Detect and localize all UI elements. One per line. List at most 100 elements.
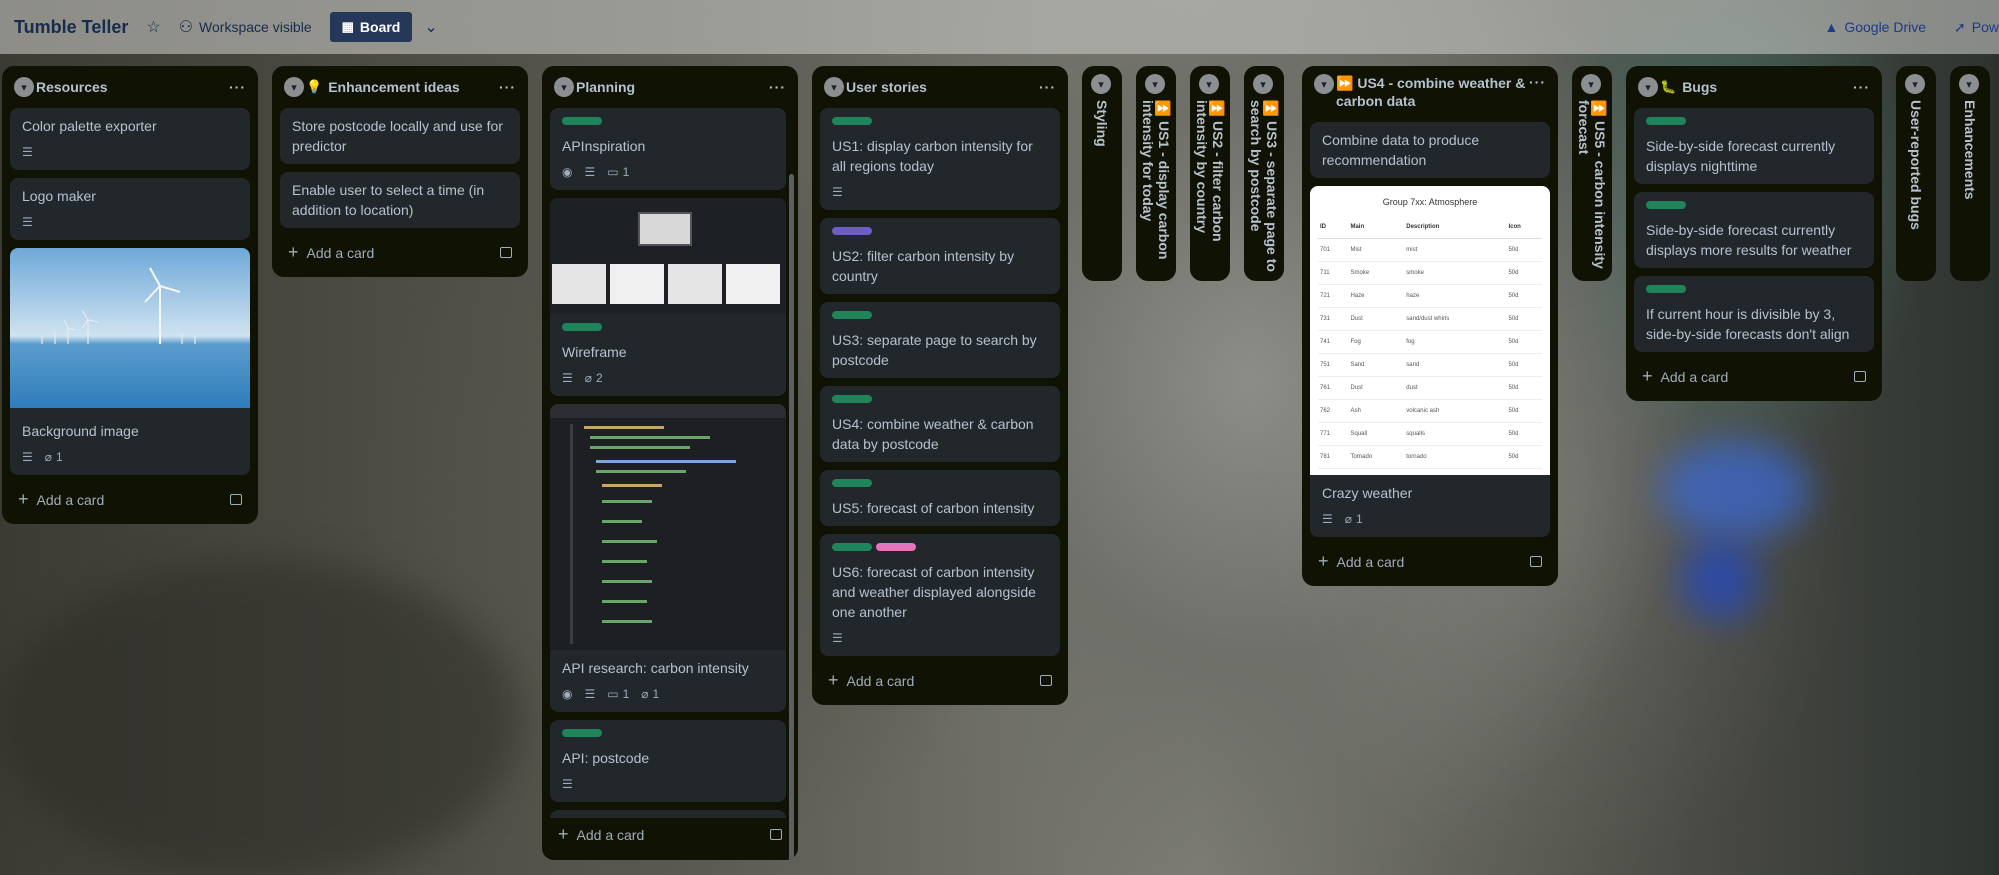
collapse-icon[interactable]: ▾ — [1314, 74, 1334, 94]
card-label-green — [1646, 285, 1686, 293]
list-menu-button[interactable]: ··· — [229, 79, 246, 95]
card[interactable]: US3: separate page to search by postcode — [820, 302, 1060, 378]
list-title[interactable]: Bugs — [1682, 78, 1853, 96]
add-card-label: Add a card — [1660, 368, 1729, 385]
list-scrollbar[interactable] — [789, 174, 794, 860]
cover-table-cell: 761 — [1318, 376, 1349, 400]
expand-icon[interactable]: ▾ — [1905, 74, 1925, 94]
list-title[interactable]: Planning — [576, 78, 769, 96]
list-planning: ▾ Planning ··· APInspiration ◉ ☰ ▭ 1 Wir… — [542, 66, 798, 860]
list-title[interactable]: User stories — [846, 78, 1039, 96]
card-title: Background image — [22, 423, 139, 439]
card[interactable]: US6: forecast of carbon intensity and we… — [820, 534, 1060, 656]
plus-icon: + — [1642, 366, 1653, 386]
expand-icon[interactable]: ▾ — [1145, 74, 1165, 94]
card[interactable]: US4: combine weather & carbon data by po… — [820, 386, 1060, 462]
list-title[interactable]: Enhancement ideas — [328, 78, 499, 96]
card[interactable]: APInspiration ◉ ☰ ▭ 1 — [550, 108, 786, 190]
card[interactable]: Background image ☰ ⌀ 1 — [10, 248, 250, 475]
collapse-icon[interactable]: ▾ — [554, 77, 574, 97]
list-header: ▾ Planning ··· — [550, 74, 790, 100]
card-title: US3: separate page to search by postcode — [832, 332, 1037, 368]
cover-table-cell: 701 — [1318, 238, 1349, 262]
cover-table-cell: Mist — [1348, 238, 1405, 262]
add-card-button[interactable]: + Add a card — [1634, 360, 1874, 393]
collapsed-list-us1[interactable]: ▾ ⏩ US1 - display carbon intensity for t… — [1136, 66, 1176, 281]
add-card-button[interactable]: + Add a card — [550, 818, 790, 851]
power-ups-label: Pow — [1971, 19, 1999, 35]
list-title[interactable]: Resources — [36, 78, 229, 96]
expand-icon[interactable]: ▾ — [1253, 74, 1273, 94]
card[interactable]: US2: filter carbon intensity by country — [820, 218, 1060, 294]
cover-table-row: 771 Squall squalls 50d — [1318, 422, 1542, 446]
template-icon[interactable] — [1854, 371, 1866, 382]
card[interactable]: US1: display carbon intensity for all re… — [820, 108, 1060, 210]
power-ups-button[interactable]: ➚ Pow — [1954, 19, 1999, 36]
collapsed-list-us2[interactable]: ▾ ⏩ US2 - filter carbon intensity by cou… — [1190, 66, 1230, 281]
card-label-green — [1646, 201, 1686, 209]
card[interactable]: Side-by-side forecast currently displays… — [1634, 192, 1874, 268]
board-title[interactable]: Tumble Teller — [14, 17, 128, 38]
collapsed-list-enhancements[interactable]: ▾ Enhancements — [1950, 66, 1990, 281]
card[interactable]: Color palette exporter ☰ — [10, 108, 250, 170]
collapsed-list-us3[interactable]: ▾ ⏩ US3 - separate page to search by pos… — [1244, 66, 1284, 281]
cover-table-cell: Haze — [1348, 284, 1405, 308]
list-cards-scroll[interactable]: APInspiration ◉ ☰ ▭ 1 Wireframe ☰ ⌀ 2 AP… — [550, 108, 786, 818]
template-icon[interactable] — [230, 494, 242, 505]
collapsed-list-styling[interactable]: ▾ Styling — [1082, 66, 1122, 281]
add-card-button[interactable]: + Add a card — [280, 236, 520, 269]
card-title: API research: carbon intensity — [562, 660, 749, 676]
card[interactable]: If current hour is divisible by 3, side-… — [1634, 276, 1874, 352]
google-drive-button[interactable]: ▲ Google Drive — [1824, 19, 1926, 35]
list-title[interactable]: ⏩ US4 - combine weather & carbon data — [1336, 74, 1529, 110]
card-title: Wireframe — [562, 344, 627, 360]
cover-table-cell: 762 — [1318, 399, 1349, 423]
card[interactable]: Store postcode locally and use for predi… — [280, 108, 520, 164]
expand-icon[interactable]: ▾ — [1581, 74, 1601, 94]
list-menu-button[interactable]: ··· — [1039, 79, 1056, 95]
expand-icon[interactable]: ▾ — [1959, 74, 1979, 94]
expand-icon[interactable]: ▾ — [1091, 74, 1111, 94]
collapse-icon[interactable]: ▾ — [14, 77, 34, 97]
expand-icon[interactable]: ▾ — [1199, 74, 1219, 94]
add-card-button[interactable]: + Add a card — [1310, 545, 1550, 578]
collapse-icon[interactable]: ▾ — [284, 77, 304, 97]
list-menu-button[interactable]: ··· — [499, 79, 516, 95]
add-card-button[interactable]: + Add a card — [820, 664, 1060, 697]
visibility-button[interactable]: ⚇ Workspace visible — [179, 17, 312, 37]
card[interactable]: US5: forecast of carbon intensity — [820, 470, 1060, 526]
card[interactable] — [550, 810, 786, 818]
card-title: US5: forecast of carbon intensity — [832, 500, 1035, 516]
card[interactable]: Wireframe ☰ ⌀ 2 — [550, 198, 786, 396]
cover-table-header: ID — [1318, 216, 1349, 239]
list-menu-button[interactable]: ··· — [1853, 79, 1870, 95]
eye-icon: ◉ — [562, 165, 573, 179]
template-icon[interactable] — [770, 829, 782, 840]
collapsed-list-us5[interactable]: ▾ ⏩ US5 - carbon intensity forecast — [1572, 66, 1612, 281]
card[interactable]: Side-by-side forecast currently displays… — [1634, 108, 1874, 184]
cover-table-cell: squalls — [1404, 422, 1507, 446]
cover-table-cell: 741 — [1318, 330, 1349, 354]
add-card-button[interactable]: + Add a card — [10, 483, 250, 516]
list-menu-button[interactable]: ··· — [1529, 74, 1546, 90]
collapsed-list-user-reported-bugs[interactable]: ▾ User-reported bugs — [1896, 66, 1936, 281]
card[interactable]: API research: carbon intensity ◉ ☰ ▭ 1 ⌀… — [550, 404, 786, 712]
template-icon[interactable] — [500, 247, 512, 258]
template-icon[interactable] — [1530, 556, 1542, 567]
collapse-icon[interactable]: ▾ — [1638, 77, 1658, 97]
add-card-label: Add a card — [306, 244, 375, 261]
template-icon[interactable] — [1040, 675, 1052, 686]
list-menu-button[interactable]: ··· — [769, 79, 786, 95]
fast-forward-icon: ⏩ — [1264, 100, 1280, 118]
card-cover-image — [10, 248, 250, 413]
star-button[interactable]: ☆ — [146, 17, 160, 37]
collapse-icon[interactable]: ▾ — [824, 77, 844, 97]
card[interactable]: Enable user to select a time (in additio… — [280, 172, 520, 228]
card[interactable]: Logo maker ☰ — [10, 178, 250, 240]
card[interactable]: Group 7xx: Atmosphere ID Main Description I… — [1310, 186, 1550, 537]
view-switcher-button[interactable]: ⌄ — [424, 17, 437, 37]
card[interactable]: API: postcode ☰ — [550, 720, 786, 802]
card[interactable]: Combine data to produce recommendation — [1310, 122, 1550, 178]
list-header: ▾ 🐛 Bugs ··· — [1634, 74, 1874, 100]
board-view-button[interactable]: ▦ Board — [329, 12, 413, 42]
